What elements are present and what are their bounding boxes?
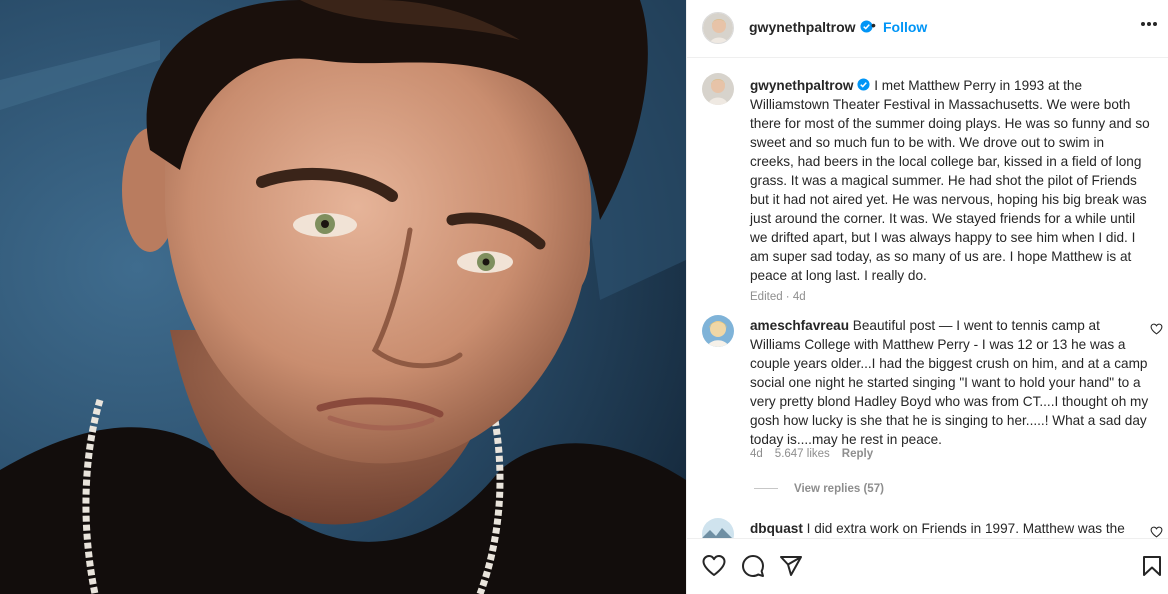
comment-like-heart-icon[interactable] xyxy=(1150,526,1163,538)
view-replies-button[interactable]: View replies (57) xyxy=(754,483,884,495)
heart-icon[interactable] xyxy=(702,554,726,578)
caption-author-avatar[interactable] xyxy=(702,73,734,105)
comment-age: 4d xyxy=(750,448,763,460)
author-username[interactable]: gwynethpaltrow xyxy=(749,19,873,35)
comment-likes[interactable]: 5.647 likes xyxy=(775,448,830,460)
author-avatar-image xyxy=(703,13,733,43)
comment-text-block: ameschfavreau Beautiful post — I went to… xyxy=(750,316,1150,449)
comment-meta: 4d 5.647 likes Reply xyxy=(750,448,885,460)
verified-badge-icon xyxy=(857,78,871,91)
commenter-avatar-image xyxy=(702,315,734,347)
post-photo-image xyxy=(0,0,686,594)
follow-button[interactable]: Follow xyxy=(883,19,927,35)
comment-icon[interactable] xyxy=(741,554,765,578)
post-details-panel: gwynethpaltrow • Follow gwynethpaltrow I… xyxy=(686,0,1168,594)
commenter-avatar-image xyxy=(702,518,734,538)
caption-username[interactable]: gwynethpaltrow xyxy=(750,78,853,93)
share-icon[interactable] xyxy=(779,554,803,578)
comment-like-heart-icon[interactable] xyxy=(1150,323,1163,335)
caption-meta: Edited · 4d xyxy=(750,291,806,303)
comment-body: Beautiful post — I went to tennis camp a… xyxy=(750,318,1149,447)
comment-text-block: dbquast I did extra work on Friends in 1… xyxy=(750,519,1150,538)
comments-section[interactable]: gwynethpaltrow I met Matthew Perry in 19… xyxy=(687,59,1168,538)
replies-divider xyxy=(754,488,778,490)
more-options-icon[interactable] xyxy=(1140,21,1158,27)
header-separator: • xyxy=(871,17,876,33)
reply-button[interactable]: Reply xyxy=(842,448,873,460)
post-header: gwynethpaltrow • Follow xyxy=(687,0,1168,58)
caption-author-avatar-image xyxy=(702,73,734,105)
caption-body: I met Matthew Perry in 1993 at the Willi… xyxy=(750,78,1150,283)
author-username-text[interactable]: gwynethpaltrow xyxy=(749,19,856,35)
commenter-avatar[interactable] xyxy=(702,518,734,538)
commenter-username[interactable]: dbquast xyxy=(750,521,803,536)
comment-body: I did extra work on Friends in 1997. Mat… xyxy=(806,521,1125,536)
post-photo[interactable] xyxy=(0,0,686,594)
commenter-avatar[interactable] xyxy=(702,315,734,347)
bookmark-icon[interactable] xyxy=(1140,554,1164,578)
caption-text-block: gwynethpaltrow I met Matthew Perry in 19… xyxy=(750,76,1150,285)
post-action-bar xyxy=(687,538,1168,594)
view-replies-label[interactable]: View replies (57) xyxy=(794,483,884,495)
author-avatar[interactable] xyxy=(702,12,734,44)
commenter-username[interactable]: ameschfavreau xyxy=(750,318,849,333)
